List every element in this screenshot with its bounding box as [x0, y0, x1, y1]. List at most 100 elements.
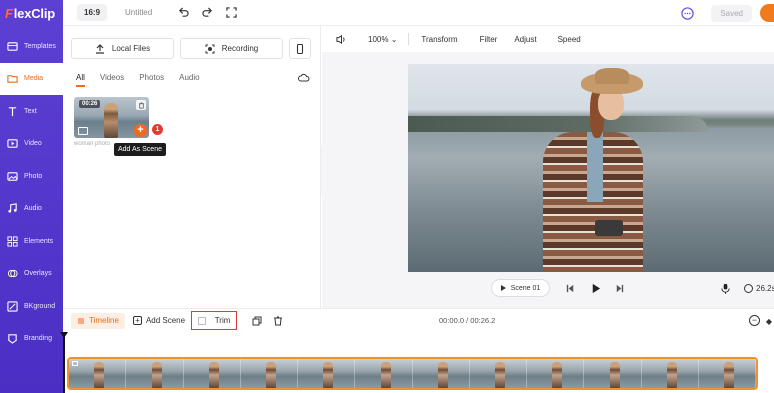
duration-badge: 00:26 — [79, 100, 101, 108]
logo[interactable]: FlexClip — [0, 0, 63, 26]
timeline-ruler[interactable] — [63, 332, 774, 354]
timeline-area — [60, 332, 774, 393]
undo-icon[interactable] — [178, 7, 189, 18]
duplicate-icon[interactable] — [252, 316, 262, 326]
add-as-scene-button[interactable]: + — [134, 124, 147, 137]
fullscreen-icon[interactable] — [226, 7, 237, 18]
elements-icon — [7, 236, 18, 247]
sidebar-item-branding[interactable]: Branding — [0, 323, 63, 356]
chevron-down-icon: ⌄ — [390, 34, 398, 44]
delete-icon[interactable] — [273, 316, 283, 326]
clip-frame — [698, 359, 756, 388]
sidebar-item-text[interactable]: Text — [0, 95, 63, 128]
timeline-toggle-button[interactable]: Timeline — [71, 312, 125, 329]
video-preview[interactable] — [408, 64, 774, 272]
sidebar-item-label: Branding — [24, 335, 53, 343]
clip-frame — [240, 359, 298, 388]
top-bar: 16:9 Untitled Saved — [63, 0, 774, 26]
templates-icon — [7, 41, 18, 52]
microphone-icon[interactable] — [720, 283, 731, 294]
clip-frame-subject — [94, 362, 105, 388]
logo-f: F — [5, 5, 13, 21]
clip-frame — [126, 359, 184, 388]
folder-icon — [7, 73, 18, 84]
branding-icon — [7, 333, 18, 345]
playhead[interactable] — [60, 332, 68, 393]
trim-icon — [197, 316, 206, 325]
clip-frame-subject — [609, 362, 620, 388]
local-files-label: Local Files — [111, 44, 151, 53]
aspect-ratio-button[interactable]: 16:9 — [77, 4, 108, 21]
phone-icon — [295, 43, 305, 54]
previous-icon[interactable] — [565, 283, 576, 294]
duration-readout[interactable]: 26.2s — [744, 284, 774, 293]
add-scene-button[interactable]: + Add Scene — [132, 316, 185, 325]
filter-button[interactable]: Filter — [480, 35, 498, 44]
clip-frame-subject — [666, 362, 677, 388]
sidebar-item-label: Photo — [24, 172, 43, 180]
local-files-button[interactable]: Local Files — [71, 38, 174, 59]
clip-frame — [298, 359, 356, 388]
subject-hat-top — [595, 68, 629, 84]
playback-controls: Scene 01 26.2s — [322, 276, 774, 302]
sidebar-item-label: Elements — [24, 237, 54, 245]
tab-photos[interactable]: Photos — [139, 73, 164, 87]
media-tabs: All Videos Photos Audio — [76, 73, 215, 87]
sidebar: FlexClip Templates Media Text Video Phot… — [0, 0, 63, 393]
recording-button[interactable]: Recording — [180, 38, 283, 59]
saved-button[interactable]: Saved — [711, 4, 752, 22]
sidebar-item-photo[interactable]: Photo — [0, 160, 63, 193]
adjust-button[interactable]: Adjust — [514, 35, 536, 44]
sidebar-item-label: Audio — [24, 205, 42, 213]
tab-videos[interactable]: Videos — [100, 73, 124, 87]
preview-toolbar: 100% ⌄ Transform Filter Adjust Speed — [322, 26, 774, 52]
sidebar-item-label: Media — [24, 75, 44, 83]
sidebar-item-label: Text — [24, 107, 37, 115]
clip-frame-subject — [380, 362, 391, 388]
sidebar-item-overlays[interactable]: Overlays — [0, 258, 63, 291]
zoom-slider-handle[interactable]: ◆ — [766, 317, 772, 326]
media-upload-row: Local Files Recording — [71, 38, 311, 59]
clip-frame — [355, 359, 413, 388]
clip-frame-subject — [552, 362, 563, 388]
sidebar-item-elements[interactable]: Elements — [0, 225, 63, 258]
cloud-icon[interactable] — [298, 73, 310, 83]
sidebar-item-templates[interactable]: Templates — [0, 30, 63, 63]
clip-frame — [584, 359, 642, 388]
video-icon — [7, 138, 18, 149]
clip-frame-subject — [151, 362, 162, 388]
text-icon — [7, 106, 18, 117]
redo-icon[interactable] — [202, 7, 213, 18]
thumbnail-subject — [104, 103, 118, 138]
zoom-out-icon[interactable]: − — [749, 315, 760, 326]
record-icon — [205, 44, 215, 54]
sidebar-item-media[interactable]: Media — [0, 62, 63, 95]
divider — [408, 33, 410, 45]
trash-icon[interactable] — [136, 100, 146, 110]
logo-text: lexClip — [13, 5, 55, 21]
recording-label: Recording — [221, 44, 259, 53]
trim-button[interactable]: Trim — [191, 311, 238, 330]
zoom-select[interactable]: 100% ⌄ — [368, 35, 397, 44]
timeline-toolbar: Timeline + Add Scene Trim 00:00.0 / 00:2… — [63, 308, 774, 332]
scene-label: Scene 01 — [510, 284, 541, 292]
tab-audio[interactable]: Audio — [179, 73, 199, 87]
sidebar-item-video[interactable]: Video — [0, 128, 63, 161]
volume-icon[interactable] — [336, 34, 347, 45]
sidebar-item-bkground[interactable]: BKground — [0, 290, 63, 323]
speed-button[interactable]: Speed — [558, 35, 581, 44]
sidebar-item-audio[interactable]: Audio — [0, 193, 63, 226]
preview-subject — [543, 68, 643, 272]
music-icon — [7, 203, 18, 214]
scene-clip[interactable] — [67, 357, 758, 390]
tab-all[interactable]: All — [76, 73, 85, 87]
clip-frame — [527, 359, 585, 388]
play-scene-button[interactable]: Scene 01 — [491, 279, 550, 297]
play-icon[interactable] — [590, 283, 601, 294]
phone-upload-button[interactable] — [289, 38, 311, 59]
project-name[interactable]: Untitled — [125, 8, 152, 17]
transform-button[interactable]: Transform — [421, 35, 457, 44]
next-icon[interactable] — [614, 283, 625, 294]
chat-icon[interactable] — [681, 6, 694, 20]
avatar[interactable] — [760, 4, 774, 22]
